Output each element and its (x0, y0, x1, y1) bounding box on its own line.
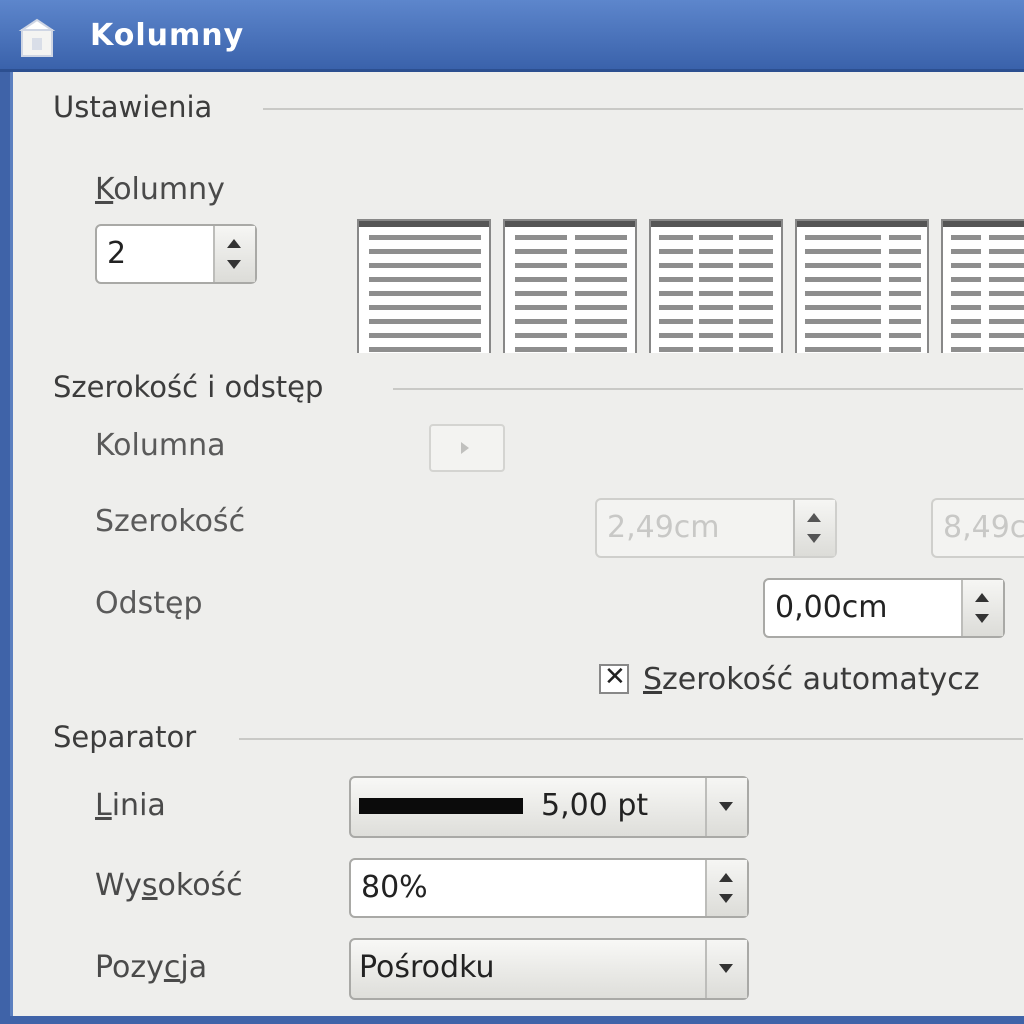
column-spacing-spin-buttons (961, 580, 1003, 636)
title-bar[interactable]: Kolumny (0, 0, 1024, 72)
columns-count-spinbox[interactable]: 2 (95, 224, 257, 284)
spin-up-icon[interactable] (227, 239, 241, 248)
position-label-part1: Pozy (95, 950, 164, 985)
preset-top-bar (651, 221, 781, 227)
position-label: Pozycja (95, 950, 207, 985)
auto-width-label-mnemonic: S (643, 662, 663, 697)
line-style-dropdown-button[interactable] (705, 778, 747, 836)
column-width-value-2: 8,49cm (943, 510, 1024, 545)
separator-section-line (239, 738, 1023, 740)
line-style-dropdown[interactable]: 5,00 pt (349, 776, 749, 838)
auto-width-checkbox[interactable]: ✕ (599, 662, 629, 694)
dropdown-arrow-icon (719, 802, 733, 811)
column-scroll-button[interactable] (429, 424, 505, 472)
settings-section-title: Ustawienia (53, 90, 227, 124)
columns-dialog: Kolumny Ustawienia Kolumny 2 Szerokość i… (0, 0, 1024, 1024)
preset-one-column[interactable] (357, 219, 491, 353)
height-label-part1: Wy (95, 868, 142, 903)
preset-three-columns[interactable] (649, 219, 783, 353)
line-label-mnemonic: L (95, 788, 112, 823)
column-width-spinbox-1[interactable]: 2,49cm (595, 498, 837, 558)
dialog-body: Ustawienia Kolumny 2 Szerokość i odstęp … (10, 72, 1024, 1016)
auto-width-label[interactable]: Szerokość automatycz (643, 662, 979, 697)
preset-top-bar (943, 221, 1024, 227)
spin-up-icon[interactable] (719, 873, 733, 882)
position-label-mnemonic: c (163, 950, 181, 985)
height-label-part2: okość (157, 868, 243, 903)
column-width-spin-buttons-1 (793, 500, 835, 556)
columns-label-mnemonic: K (95, 172, 114, 207)
separator-height-spinbox[interactable]: 80% (349, 858, 749, 918)
preset-top-bar (797, 221, 927, 227)
width-spacing-separator-line (393, 388, 1023, 390)
spin-up-icon[interactable] (807, 513, 821, 522)
dropdown-arrow-icon (719, 964, 733, 973)
preset-top-bar (359, 221, 489, 227)
column-spacing-value: 0,00cm (775, 590, 888, 625)
preset-top-bar (505, 221, 635, 227)
preset-two-columns[interactable] (503, 219, 637, 353)
line-style-value: 5,00 pt (541, 788, 649, 823)
settings-separator-line (263, 108, 1023, 110)
column-scroll-icon (461, 442, 469, 454)
checkbox-check-icon: ✕ (604, 662, 626, 692)
line-style-preview (359, 798, 523, 814)
line-label-rest: inia (111, 788, 166, 823)
width-spacing-section-title: Szerokość i odstęp (53, 370, 338, 404)
separator-height-spin-buttons (705, 860, 747, 916)
separator-section-title: Separator (53, 720, 211, 754)
separator-position-value: Pośrodku (359, 950, 495, 985)
width-label: Szerokość (95, 504, 246, 539)
columns-label-rest: olumny (113, 172, 225, 207)
position-label-part2: ja (180, 950, 208, 985)
separator-position-dropdown-button[interactable] (705, 940, 747, 998)
preset-two-columns-left-wide[interactable] (795, 219, 929, 353)
column-label: Kolumna (95, 428, 226, 463)
window-title: Kolumny (90, 18, 245, 53)
height-label: Wysokość (95, 868, 243, 903)
columns-label: Kolumny (95, 172, 225, 207)
column-width-spinbox-2[interactable]: 8,49cm (931, 498, 1024, 558)
separator-position-dropdown[interactable]: Pośrodku (349, 938, 749, 1000)
separator-height-value: 80% (361, 870, 428, 905)
column-spacing-spinbox[interactable]: 0,00cm (763, 578, 1005, 638)
line-label: Linia (95, 788, 166, 823)
spin-down-icon[interactable] (227, 260, 241, 269)
height-label-mnemonic: s (141, 868, 158, 903)
spacing-label: Odstęp (95, 586, 203, 621)
spin-down-icon[interactable] (719, 894, 733, 903)
spin-down-icon[interactable] (975, 614, 989, 623)
columns-count-value: 2 (107, 236, 127, 271)
dialog-app-icon (18, 18, 56, 57)
auto-width-label-rest: zerokość automatycz (662, 662, 980, 697)
spin-up-icon[interactable] (975, 593, 989, 602)
column-width-value-1: 2,49cm (607, 510, 720, 545)
spin-down-icon[interactable] (807, 534, 821, 543)
columns-count-spin-buttons (213, 226, 255, 282)
preset-two-columns-right-wide[interactable] (941, 219, 1024, 353)
